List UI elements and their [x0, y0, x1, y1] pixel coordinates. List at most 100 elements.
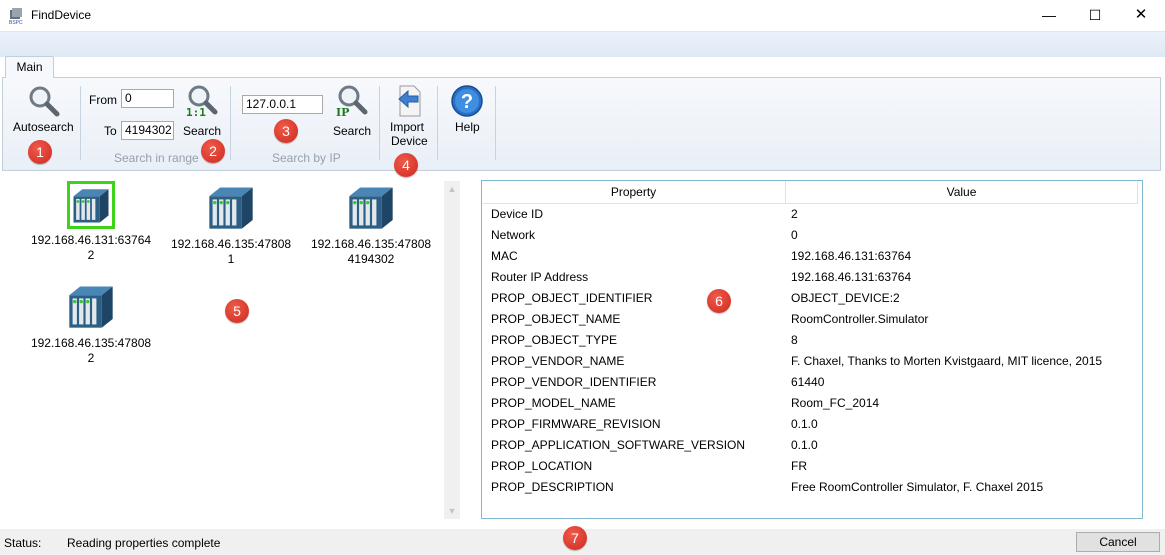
grid-row[interactable]: Network 0 [482, 225, 1138, 246]
grid-row[interactable]: PROP_DESCRIPTION Free RoomController Simu… [482, 477, 1138, 498]
svg-text:BSPC: BSPC [9, 20, 23, 25]
value-cell: 192.168.46.131:63764 [791, 249, 912, 263]
svg-text:?: ? [461, 91, 473, 113]
import-device-icon [398, 85, 421, 117]
search-icon [29, 86, 60, 117]
marker-1: 1 [28, 140, 52, 164]
value-cell: FR [791, 459, 807, 473]
grid-row[interactable]: PROP_APPLICATION_SOFTWARE_VERSION 0.1.0 [482, 435, 1138, 456]
device-item[interactable]: 192.168.46.135:47808 2 [21, 280, 161, 366]
device-address: 192.168.46.135:47808 [30, 336, 152, 350]
property-cell: PROP_DESCRIPTION [491, 480, 614, 494]
property-cell: Router IP Address [491, 270, 589, 284]
property-cell: Device ID [491, 207, 544, 221]
scroll-up-icon[interactable]: ▲ [444, 181, 460, 197]
property-cell: PROP_OBJECT_NAME [491, 312, 621, 326]
search-ip-label: Search [333, 124, 372, 138]
marker-3: 3 [274, 119, 298, 143]
search-ip-button[interactable]: IP Search [329, 82, 375, 138]
property-column-header[interactable]: Property [482, 181, 786, 204]
property-cell: MAC [491, 249, 518, 263]
marker-5: 5 [225, 299, 249, 323]
status-label: Status: [4, 536, 42, 550]
autosearch-button[interactable]: Autosearch [9, 82, 79, 134]
import-device-button[interactable]: Import Device [386, 82, 432, 150]
ribbon-separator [495, 86, 496, 160]
device-item[interactable]: 192.168.46.131:63764 2 [21, 181, 161, 263]
grid-row[interactable]: PROP_FIRMWARE_REVISION 0.1.0 [482, 414, 1138, 435]
grid-row[interactable]: PROP_MODEL_NAME Room_FC_2014 [482, 393, 1138, 414]
to-label: To [104, 124, 117, 138]
scroll-down-icon[interactable]: ▼ [444, 503, 460, 519]
status-text: Reading properties complete [67, 536, 221, 550]
grid-row[interactable]: PROP_OBJECT_IDENTIFIER OBJECT_DEVICE:2 [482, 288, 1138, 309]
ribbon-separator [437, 86, 438, 160]
property-cell: PROP_APPLICATION_SOFTWARE_VERSION [491, 438, 746, 452]
minimize-button[interactable]: — [1026, 0, 1072, 31]
device-item[interactable]: 192.168.46.135:47808 1 [161, 181, 301, 267]
close-button[interactable]: ✕ [1118, 0, 1164, 31]
marker-2: 2 [201, 139, 225, 163]
marker-6: 6 [707, 289, 731, 313]
maximize-button[interactable]: ☐ [1072, 0, 1118, 31]
to-input[interactable]: 4194302 [121, 121, 174, 140]
tab-main[interactable]: Main [5, 56, 54, 78]
value-cell: Free RoomController Simulator, F. Chaxel… [791, 480, 1044, 494]
ip-input[interactable]: 127.0.0.1 [242, 95, 323, 114]
value-cell: 8 [791, 333, 798, 347]
ribbon-separator [230, 86, 231, 160]
value-cell: 0 [791, 228, 798, 242]
value-cell: Room_FC_2014 [791, 396, 880, 410]
from-input[interactable]: 0 [121, 89, 174, 108]
grid-row[interactable]: PROP_OBJECT_TYPE 8 [482, 330, 1138, 351]
help-label: Help [455, 120, 480, 134]
grid-row[interactable]: PROP_VENDOR_IDENTIFIER 61440 [482, 372, 1138, 393]
ribbon-tab-strip [0, 31, 1165, 57]
value-cell: F. Chaxel, Thanks to Morten Kvistgaard, … [791, 354, 1103, 368]
value-cell: OBJECT_DEVICE:2 [791, 291, 900, 305]
import-label-line1: Import [390, 120, 425, 134]
device-id: 1 [227, 252, 235, 266]
value-column-header[interactable]: Value [786, 181, 1138, 204]
search-ip-group-label: Search by IP [272, 151, 341, 165]
search-range-button[interactable]: 1:1 Search [179, 82, 225, 138]
device-icon [69, 286, 113, 328]
device-icon [349, 187, 393, 229]
value-cell: 0.1.0 [791, 438, 818, 452]
property-cell: PROP_VENDOR_IDENTIFIER [491, 375, 657, 389]
ribbon-separator [80, 86, 81, 160]
grid-row[interactable]: PROP_OBJECT_NAME RoomController.Simulator [482, 309, 1138, 330]
from-label: From [89, 93, 117, 107]
device-item[interactable]: 192.168.46.135:47808 4194302 [301, 181, 441, 267]
device-list-scrollbar[interactable]: ▲ ▼ [444, 181, 460, 519]
device-id: 2 [87, 248, 95, 262]
device-id: 2 [87, 351, 95, 365]
app-icon: BSPC [9, 8, 23, 25]
properties-grid: Property Value Device ID 2 Network 0 MAC 192.… [481, 180, 1143, 519]
value-cell: 0.1.0 [791, 417, 818, 431]
marker-7: 7 [563, 526, 587, 550]
help-button[interactable]: ? Help [446, 82, 490, 134]
property-cell: PROP_LOCATION [491, 459, 593, 473]
window-title: FindDevice [31, 8, 92, 22]
value-cell: 61440 [791, 375, 825, 389]
grid-row[interactable]: Device ID 2 [482, 204, 1138, 225]
grid-row[interactable]: MAC 192.168.46.131:63764 [482, 246, 1138, 267]
grid-row[interactable]: PROP_LOCATION FR [482, 456, 1138, 477]
value-cell: RoomController.Simulator [791, 312, 929, 326]
property-cell: PROP_MODEL_NAME [491, 396, 616, 410]
title-bar: BSPC FindDevice — ☐ ✕ [0, 0, 1165, 31]
search-range-group-label: Search in range [114, 151, 199, 165]
autosearch-label: Autosearch [13, 120, 74, 134]
import-label-line2: Device [391, 134, 428, 148]
help-icon: ? [451, 85, 483, 117]
property-cell: PROP_OBJECT_TYPE [491, 333, 618, 347]
grid-row[interactable]: PROP_VENDOR_NAME F. Chaxel, Thanks to Mor… [482, 351, 1138, 372]
cancel-button[interactable]: Cancel [1076, 532, 1160, 552]
grid-header: Property Value [482, 181, 1138, 204]
value-cell: 192.168.46.131:63764 [791, 270, 912, 284]
device-id: 4194302 [347, 252, 395, 266]
grid-row[interactable]: Router IP Address 192.168.46.131:63764 [482, 267, 1138, 288]
marker-4: 4 [394, 153, 418, 177]
search-ip-badge: IP [336, 106, 350, 119]
